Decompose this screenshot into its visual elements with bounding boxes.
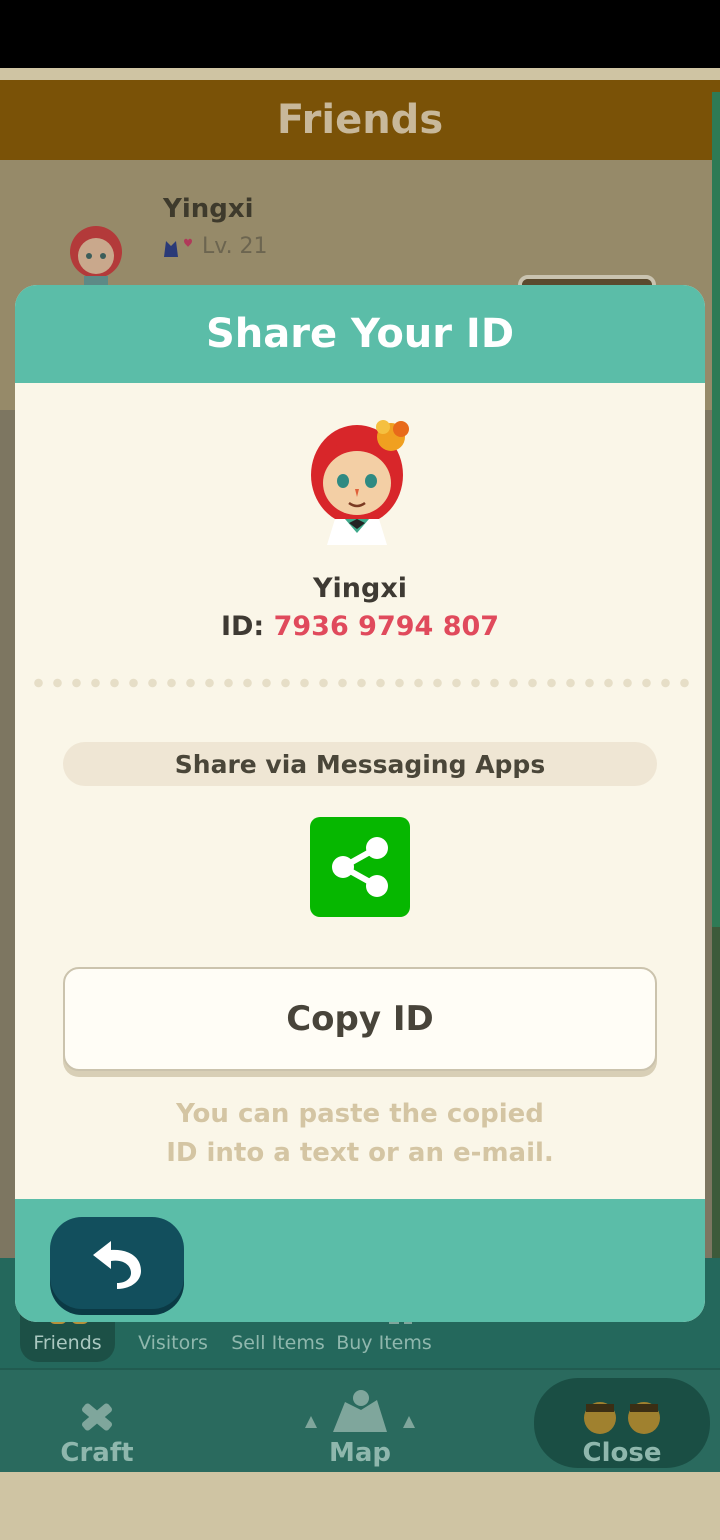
dialog-footer [15,1199,705,1322]
tab-buy-items-label: Buy Items [336,1332,432,1354]
dotted-divider [29,677,691,689]
tab-friends-label: Friends [33,1332,102,1354]
friend-level-row: Lv. 21 [162,234,268,259]
craft-icon [81,1403,113,1431]
cat-icon [164,238,192,257]
copy-hint: You can paste the copied ID into a text … [115,1095,605,1173]
tab-visitors-label: Visitors [138,1332,208,1354]
avatar [311,420,409,545]
share-button[interactable] [310,817,410,917]
nav-map[interactable]: Map [290,1370,430,1474]
copy-id-label: Copy ID [286,999,434,1039]
back-button[interactable] [50,1217,184,1309]
share-section-label: Share via Messaging Apps [63,742,657,786]
user-id-row: ID: 7936 9794 807 [15,611,705,642]
friend-level: Lv. 21 [202,234,268,259]
nav-map-label: Map [328,1438,392,1468]
close-label: Close [582,1438,662,1468]
map-icon [305,1390,415,1432]
dialog-title: Share Your ID [205,311,515,357]
nav-craft[interactable]: Craft [52,1370,142,1474]
scrollbar-thumb[interactable] [712,92,720,927]
back-arrow-icon [93,1241,141,1289]
copy-hint-line1: You can paste the copied [176,1099,544,1129]
share-icon [332,837,388,897]
friends-title: Friends [276,97,444,143]
close-button[interactable]: Close [534,1378,710,1468]
share-id-dialog: Share Your ID Yingxi ID: 7936 9794 807 S… [15,285,705,1322]
dialog-header: Share Your ID [15,285,705,383]
nav-craft-label: Craft [60,1438,134,1468]
close-button-content: Close [534,1370,710,1474]
copy-hint-line2: ID into a text or an e-mail. [166,1138,554,1168]
friends-header: Friends [0,80,720,160]
copy-id-button[interactable]: Copy ID [63,967,657,1071]
close-icon [584,1402,660,1434]
user-id-label: ID: [220,611,265,642]
tab-sell-items-label: Sell Items [231,1332,325,1354]
share-label: Share via Messaging Apps [174,749,546,779]
friend-name: Yingxi [163,194,254,224]
user-name: Yingxi [312,573,408,604]
status-bar [0,0,720,68]
bottom-nav: Craft Map Close [0,1368,720,1472]
user-id-value: 7936 9794 807 [273,611,500,642]
